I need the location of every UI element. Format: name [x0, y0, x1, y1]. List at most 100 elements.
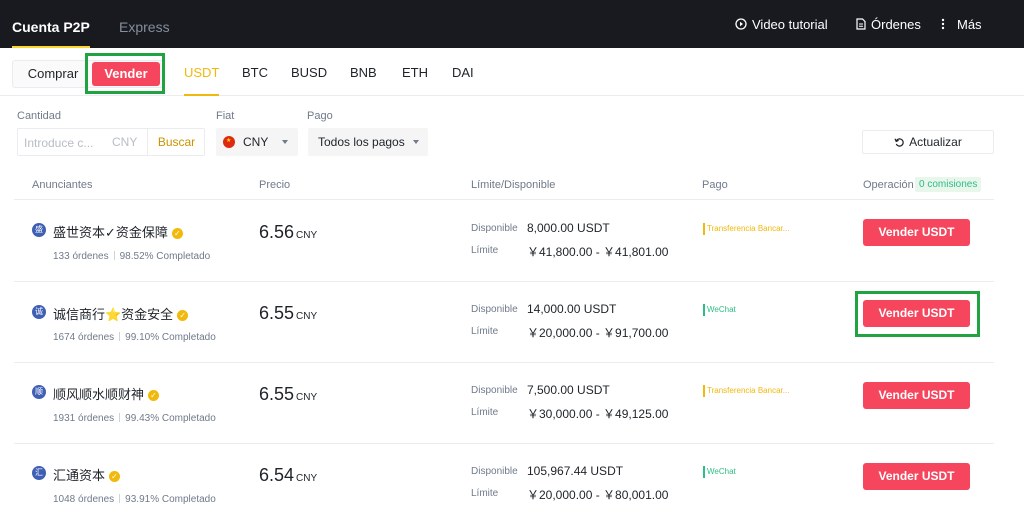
header-price: Precio: [259, 179, 291, 191]
refresh-icon: [894, 137, 904, 147]
avatar: 盛: [32, 223, 46, 237]
price-currency: CNY: [296, 392, 318, 403]
payment-method-tag: Transferencia Bancar...: [703, 223, 791, 235]
play-circle-icon: [735, 18, 747, 30]
sell-usdt-button[interactable]: Vender USDT: [863, 382, 970, 409]
highlight-box: [85, 53, 165, 94]
payment-method-tag: WeChat: [703, 466, 738, 478]
price-currency: CNY: [296, 311, 318, 322]
amount-unit: CNY: [112, 135, 138, 149]
amount-label: Cantidad: [17, 110, 62, 122]
price-value: 6.54: [259, 465, 295, 485]
completion-rate: 93.91% Completado: [125, 494, 216, 505]
video-tutorial-label: Video tutorial: [752, 16, 828, 32]
payment-method-tag: Transferencia Bancar...: [703, 385, 791, 397]
video-tutorial-link[interactable]: Video tutorial: [735, 0, 828, 48]
amount-input[interactable]: [24, 134, 102, 152]
limit-label: Límite: [471, 245, 499, 256]
available-label: Disponible: [471, 466, 518, 477]
price-value: 6.55: [259, 303, 295, 323]
search-button[interactable]: Buscar: [147, 129, 205, 155]
price: 6.55 CNY: [259, 384, 317, 405]
completion-rate: 98.52% Completado: [119, 251, 211, 262]
advertiser-name[interactable]: 盛世资本✓资金保障 ✓: [53, 222, 183, 241]
available-label: Disponible: [471, 304, 518, 315]
payment-select[interactable]: Todos los pagos: [308, 128, 428, 156]
table-row: 诚 诚信商行⭐资金安全 ✓ 1674 órdenes 99.10% Completa…: [14, 282, 994, 363]
orders-label: Órdenes: [871, 16, 921, 32]
header-payment: Pago: [702, 179, 728, 191]
price: 6.55 CNY: [259, 303, 317, 324]
available-label: Disponible: [471, 385, 518, 396]
available-label: Disponible: [471, 223, 518, 234]
avatar: 汇: [32, 466, 46, 480]
verified-check-icon: ✓: [109, 471, 121, 482]
limit-value: ￥20,000.00 - ￥80,001.00: [527, 488, 669, 502]
document-icon: [856, 18, 866, 30]
price: 6.56 CNY: [259, 222, 317, 243]
price: 6.54 CNY: [259, 465, 317, 486]
limit-label: Límite: [471, 407, 499, 418]
advertiser-name[interactable]: 诚信商行⭐资金安全 ✓: [53, 304, 189, 323]
available-value: 105,967.44 USDT: [527, 464, 624, 478]
tab-express[interactable]: Express: [119, 0, 170, 48]
completion-rate: 99.43% Completado: [125, 413, 216, 424]
payment-method-tag: WeChat: [703, 304, 738, 316]
sell-usdt-button[interactable]: Vender USDT: [863, 219, 970, 246]
price-value: 6.56: [259, 222, 295, 242]
more-vertical-icon: [941, 18, 945, 30]
limit-label: Límite: [471, 326, 499, 337]
header-advertisers: Anunciantes: [32, 179, 93, 191]
advertiser-name-text: 盛世资本✓资金保障: [53, 225, 168, 240]
advertiser-name-text: 汇通资本: [53, 468, 106, 483]
advertiser-name-text: 顺风顺水顺财神: [53, 387, 145, 402]
verified-check-icon: ✓: [148, 390, 160, 401]
coin-tab-eth[interactable]: ETH: [402, 48, 428, 96]
fiat-select[interactable]: CNY: [216, 128, 298, 156]
orders-link[interactable]: Órdenes: [856, 0, 921, 48]
more-label: Más: [957, 16, 982, 32]
order-count: 133 órdenes: [53, 251, 109, 262]
order-count: 1048 órdenes: [53, 494, 115, 505]
advertiser-name-text: 诚信商行⭐资金安全: [53, 307, 174, 322]
more-menu[interactable]: Más: [940, 0, 982, 48]
advertiser-stats: 133 órdenes 98.52% Completado: [53, 251, 210, 262]
chevron-down-icon: [412, 140, 419, 144]
advertiser-name[interactable]: 顺风顺水顺财神 ✓: [53, 384, 160, 403]
coin-tab-bnb[interactable]: BNB: [350, 48, 377, 96]
payment-value: Todos los pagos: [318, 135, 405, 149]
verified-check-icon: ✓: [171, 228, 183, 239]
fee-badge: 0 comisiones: [915, 177, 982, 192]
available-value: 8,000.00 USDT: [527, 221, 610, 235]
coin-tab-dai[interactable]: DAI: [452, 48, 474, 96]
china-flag-icon: [223, 136, 235, 148]
table-row: 汇 汇通资本 ✓ 1048 órdenes 93.91% Completado 6.…: [14, 444, 994, 520]
available-value: 7,500.00 USDT: [527, 383, 610, 397]
top-navbar: Cuenta P2P Express Video tutorial Órdene…: [0, 0, 1024, 48]
price-value: 6.55: [259, 384, 295, 404]
limit-label: Límite: [471, 488, 499, 499]
tab-cuenta-p2p[interactable]: Cuenta P2P: [12, 0, 90, 48]
available-value: 14,000.00 USDT: [527, 302, 617, 316]
refresh-label: Actualizar: [909, 135, 962, 149]
refresh-button[interactable]: Actualizar: [862, 130, 994, 154]
coin-tab-btc[interactable]: BTC: [242, 48, 268, 96]
price-currency: CNY: [296, 230, 318, 241]
payment-label: Pago: [307, 110, 333, 122]
table-row: 顺 顺风顺水顺财神 ✓ 1931 órdenes 99.43% Completado…: [14, 363, 994, 444]
coin-tab-usdt[interactable]: USDT: [184, 48, 220, 96]
header-operation: Operación: [863, 179, 914, 191]
coin-tab-busd[interactable]: BUSD: [291, 48, 327, 96]
limit-value: ￥20,000.00 - ￥91,700.00: [527, 326, 669, 340]
avatar: 诚: [32, 305, 46, 319]
highlight-box: [855, 291, 980, 337]
order-count: 1674 órdenes: [53, 332, 115, 343]
header-limit: Límite/Disponible: [471, 179, 556, 191]
sell-usdt-button[interactable]: Vender USDT: [863, 463, 970, 490]
avatar: 顺: [32, 385, 46, 399]
divider: [14, 199, 994, 200]
table-row: 盛 盛世资本✓资金保障 ✓ 133 órdenes 98.52% Completad…: [14, 201, 994, 282]
advertiser-name[interactable]: 汇通资本 ✓: [53, 465, 121, 484]
buy-toggle-button[interactable]: Comprar: [15, 62, 91, 86]
asset-bar: Comprar Vender USDT BTC BUSD BNB ETH DAI: [0, 48, 1024, 96]
